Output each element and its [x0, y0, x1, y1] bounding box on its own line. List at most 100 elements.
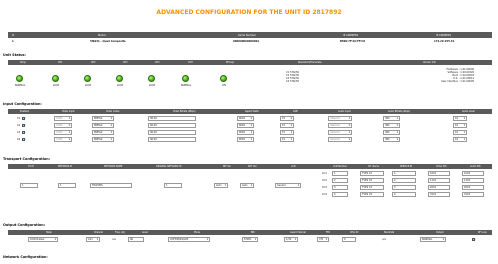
- lcn-number-input[interactable]: 2: [332, 178, 348, 183]
- video-pid-input[interactable]: 2001: [428, 185, 450, 190]
- channel-name-input[interactable]: TVES C4: [360, 192, 384, 197]
- service-id-input[interactable]: 1: [392, 171, 416, 176]
- aspect-ratio-select[interactable]: PASS: [237, 130, 254, 135]
- ch3-status-led: [116, 75, 123, 82]
- hdr-level: Level: [142, 231, 148, 234]
- aspect-ratio-select[interactable]: PASS: [237, 123, 254, 128]
- version-ui: User Interface : 1.01.00005: [441, 80, 474, 84]
- cell-id-input[interactable]: 0: [342, 237, 356, 242]
- video-bitrate-input[interactable]: 06.00: [148, 130, 196, 135]
- audio-level-select[interactable]: 16: [453, 137, 467, 142]
- sdt-ver-select[interactable]: Auto: [240, 183, 254, 188]
- rf-loop-checkbox[interactable]: ☑: [472, 238, 475, 241]
- audio-input-select[interactable]: ANALOG: [328, 137, 352, 142]
- gop-select[interactable]: 15: [280, 116, 294, 121]
- video-pid-input[interactable]: 1101: [428, 178, 450, 183]
- gop-select[interactable]: 15: [280, 130, 294, 135]
- lcn-number-input[interactable]: 4: [332, 192, 348, 197]
- gop-select[interactable]: 15: [280, 137, 294, 142]
- unit-num: 1: [12, 39, 14, 43]
- input-config-header: Enabled Video Input Video Codec Video Bi…: [8, 109, 492, 114]
- level-input[interactable]: 96: [128, 237, 144, 242]
- input-enabled-checkbox[interactable]: ☑: [22, 117, 25, 120]
- hdr-fec: FEC: [326, 231, 331, 234]
- hdr-guard: Guard Interval: [290, 231, 306, 234]
- temp-status-led: [16, 75, 23, 82]
- output-select[interactable]: NORMAL: [420, 237, 446, 242]
- bw-select[interactable]: 8 MHz: [242, 237, 258, 242]
- unit-ip: 172.29.255.31: [434, 39, 455, 43]
- hdr-version: Version Info: [423, 61, 436, 64]
- guard-interval-select[interactable]: 1/32: [284, 237, 298, 242]
- audio-level-select[interactable]: 16: [453, 123, 467, 128]
- audio-bitrate-select[interactable]: 384: [383, 137, 400, 142]
- original-network-id-input[interactable]: 1: [164, 183, 182, 188]
- col-header-model: Model: [98, 33, 106, 37]
- audio-input-select[interactable]: ANALOG: [328, 130, 352, 135]
- hdr-video-pid: Video PID: [436, 165, 447, 168]
- service-id-input[interactable]: 3: [392, 185, 416, 190]
- audio-input-select[interactable]: ANALOG: [328, 116, 352, 121]
- aspect-ratio-select[interactable]: PASS: [237, 137, 254, 142]
- hdr-bw: BW: [251, 231, 255, 234]
- hdr-lcn: LCN: [291, 165, 296, 168]
- channel-name-input[interactable]: TVES C1: [360, 171, 384, 176]
- unit-model: 5IS031 - Quad Composite: [90, 39, 126, 43]
- audio-bitrate-select[interactable]: 384: [383, 123, 400, 128]
- table-select[interactable]: CCIR N.Zeal: [28, 237, 58, 242]
- input-enabled-checkbox[interactable]: ☑: [22, 131, 25, 134]
- audio-input-select[interactable]: ANALOG: [328, 123, 352, 128]
- service-id-input[interactable]: 4: [392, 192, 416, 197]
- hdr-gop: GOP: [293, 110, 298, 113]
- service-id-input[interactable]: 2: [392, 178, 416, 183]
- video-pid-input[interactable]: 3101: [428, 192, 450, 197]
- network-config-title: Network Configuration:: [3, 255, 48, 259]
- video-input-select[interactable]: CVBS: [54, 137, 72, 142]
- video-codec-select[interactable]: MPEG2: [92, 137, 114, 142]
- mode-select[interactable]: COFDM/64QAM: [168, 237, 210, 242]
- video-codec-select[interactable]: MPEG2: [92, 130, 114, 135]
- input-enabled-checkbox[interactable]: ☑: [22, 124, 25, 127]
- output-config-title: Output Configuration:: [3, 223, 45, 227]
- col-header-ip: IP ADDRESS: [343, 33, 359, 37]
- hdr-service-id: SERVICE ID: [400, 165, 413, 168]
- ts-id-input[interactable]: 1: [20, 183, 38, 188]
- video-pid-input[interactable]: 1001: [428, 171, 450, 176]
- rfloop-status-label: ON: [222, 84, 226, 87]
- hdr-rfloop: RFLoop: [226, 61, 235, 64]
- video-codec-select[interactable]: MPEG2: [92, 116, 114, 121]
- video-input-select[interactable]: CVBS: [54, 116, 72, 121]
- audio-pid-input[interactable]: 2002: [462, 185, 484, 190]
- lcn-number-input[interactable]: 1: [332, 171, 348, 176]
- rfloop-status-led: [220, 75, 227, 82]
- video-input-select[interactable]: CVBS: [54, 130, 72, 135]
- video-bitrate-input[interactable]: 06.00: [148, 123, 196, 128]
- bandrate-value: n/a: [382, 238, 386, 241]
- unit-table-row: 1 5IS031 - Quad Composite 00000000000000…: [8, 38, 492, 44]
- video-codec-select[interactable]: MPEG2: [92, 123, 114, 128]
- input-enabled-checkbox[interactable]: ☑: [22, 138, 25, 141]
- audio-bitrate-select[interactable]: 384: [383, 116, 400, 121]
- lcn-select[interactable]: Generic: [275, 183, 301, 188]
- gop-select[interactable]: 15: [280, 123, 294, 128]
- lcn-number-input[interactable]: 3: [332, 185, 348, 190]
- audio-level-select[interactable]: 16: [453, 116, 467, 121]
- video-bitrate-input[interactable]: 06.00: [148, 116, 196, 121]
- nit-ver-select[interactable]: Auto: [214, 183, 228, 188]
- network-name-input[interactable]: TELEVES: [90, 183, 132, 188]
- channel-name-input[interactable]: TVES C3: [360, 185, 384, 190]
- audio-pid-input[interactable]: 1002: [462, 171, 484, 176]
- hdr-network-name: NETWORK NAME: [104, 165, 123, 168]
- audio-pid-input[interactable]: 1102: [462, 178, 484, 183]
- audio-level-select[interactable]: 16: [453, 130, 467, 135]
- hdr-aspect: Aspect Ratio: [245, 110, 259, 113]
- channel-select[interactable]: C21: [86, 237, 100, 242]
- fec-select[interactable]: 7/8: [317, 237, 329, 242]
- audio-bitrate-select[interactable]: 384: [383, 130, 400, 135]
- aspect-ratio-select[interactable]: PASS: [237, 116, 254, 121]
- video-bitrate-input[interactable]: 06.00: [148, 137, 196, 142]
- channel-name-input[interactable]: TVES C2: [360, 178, 384, 183]
- video-input-select[interactable]: CVBS: [54, 123, 72, 128]
- network-id-input[interactable]: 1: [58, 183, 76, 188]
- audio-pid-input[interactable]: 3102: [462, 192, 484, 197]
